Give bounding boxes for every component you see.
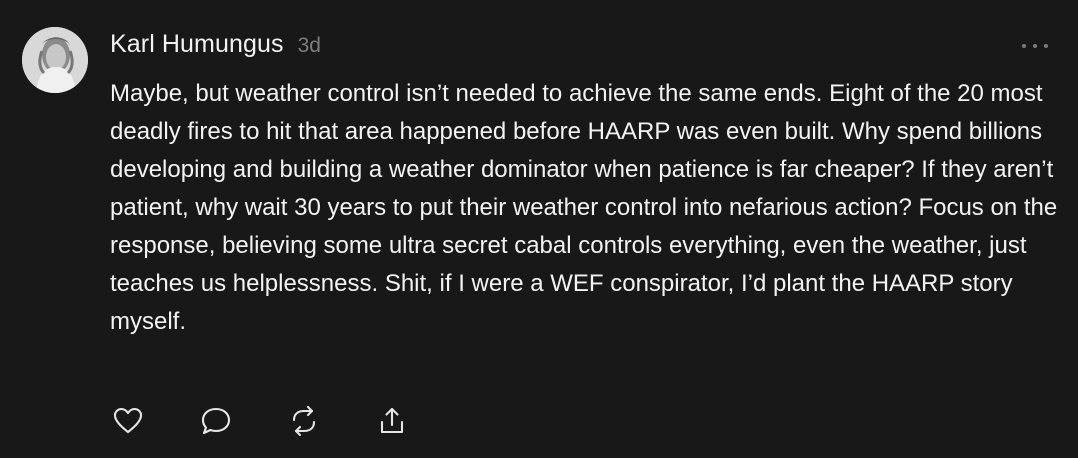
more-dot [1044, 44, 1048, 48]
avatar-image [22, 27, 88, 93]
reply-button[interactable] [196, 401, 236, 441]
comment-bubble-icon [201, 407, 231, 435]
action-bar [108, 401, 412, 441]
post-container: Karl Humungus 3d Maybe, but weather cont… [0, 0, 1078, 458]
post-text: Maybe, but weather control isn’t needed … [110, 80, 1058, 335]
repost-button[interactable] [284, 401, 324, 441]
more-dot [1033, 44, 1037, 48]
post-timestamp[interactable]: 3d [298, 34, 321, 58]
avatar[interactable] [22, 27, 88, 93]
post-header: Karl Humungus 3d [110, 30, 321, 64]
repost-icon [292, 405, 316, 437]
more-dot [1022, 44, 1026, 48]
share-icon [380, 407, 404, 434]
author-name[interactable]: Karl Humungus [110, 30, 284, 59]
more-options-icon[interactable] [1022, 38, 1048, 54]
share-button[interactable] [372, 401, 412, 441]
heart-icon [113, 407, 143, 434]
like-button[interactable] [108, 401, 148, 441]
